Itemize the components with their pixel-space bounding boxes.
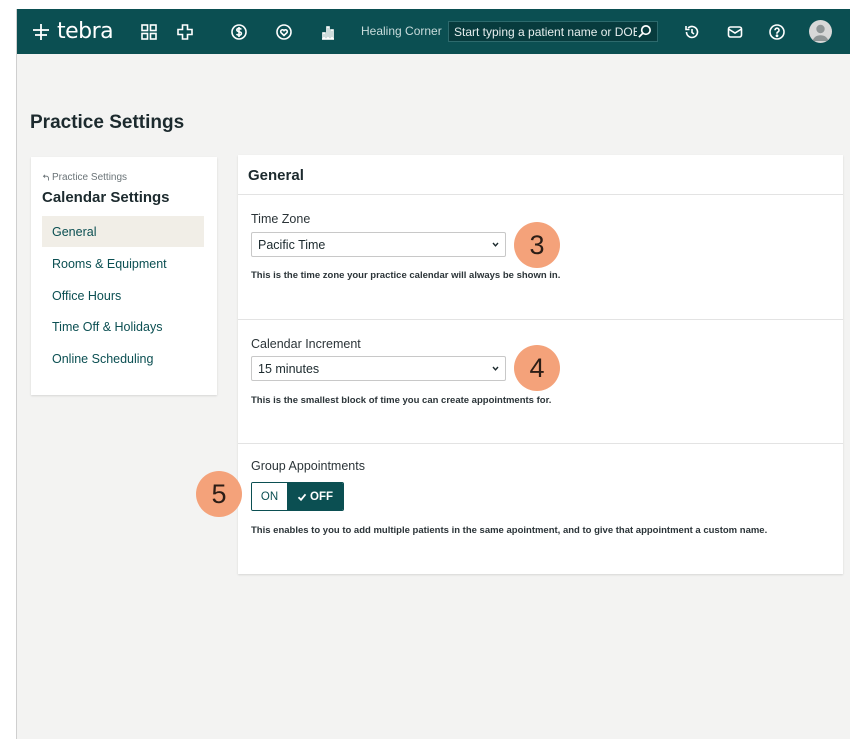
sidebar-title: Calendar Settings <box>42 189 170 206</box>
search-icon[interactable] <box>637 24 652 39</box>
group-appointments-section: Group Appointments ON OFF This enables t… <box>238 444 843 574</box>
patient-search-input[interactable] <box>454 24 637 39</box>
callout-number: 5 <box>211 478 227 509</box>
history-icon[interactable] <box>681 21 703 43</box>
top-nav-bar: tebra Healing Corner <box>17 9 850 54</box>
group-appointments-help-text: This enables to you to add multiple pati… <box>251 525 768 536</box>
chevron-down-icon <box>492 366 499 371</box>
sidebar-item-rooms-equipment[interactable]: Rooms & Equipment <box>42 248 204 279</box>
card-header: General <box>238 155 843 195</box>
heart-icon[interactable] <box>273 21 295 43</box>
sidebar-item-label: Office Hours <box>52 288 122 303</box>
sidebar-item-general[interactable]: General <box>42 216 204 247</box>
bar-chart-icon[interactable] <box>317 21 339 43</box>
toggle-on-option[interactable]: ON <box>252 483 287 510</box>
back-to-practice-settings-link[interactable]: Practice Settings <box>42 172 127 183</box>
patient-search[interactable] <box>448 21 658 42</box>
sidebar-item-time-off-holidays[interactable]: Time Off & Holidays <box>42 311 204 342</box>
page-title: Practice Settings <box>30 112 185 133</box>
time-zone-select[interactable]: Pacific Time <box>251 232 506 257</box>
callout-badge-4: 4 <box>514 345 560 391</box>
help-icon[interactable] <box>766 21 788 43</box>
tebra-logo[interactable]: tebra <box>31 19 114 44</box>
sidebar-item-office-hours[interactable]: Office Hours <box>42 280 204 311</box>
logo-text: tebra <box>57 19 114 44</box>
back-arrow-icon <box>42 173 49 180</box>
dollar-icon[interactable] <box>228 21 250 43</box>
chevron-down-icon <box>492 242 499 247</box>
apps-grid-icon[interactable] <box>138 21 160 43</box>
callout-badge-3: 3 <box>514 222 560 268</box>
back-link-label: Practice Settings <box>52 172 128 183</box>
calendar-increment-value: 15 minutes <box>258 361 320 376</box>
sidebar-item-label: Online Scheduling <box>52 351 154 366</box>
app-frame: tebra Healing Corner Start typing a pati… <box>16 9 850 739</box>
toggle-off-option[interactable]: OFF <box>287 483 343 510</box>
calendar-increment-label: Calendar Increment <box>251 337 361 351</box>
group-appointments-toggle[interactable]: ON OFF <box>251 482 344 511</box>
settings-sidebar: Practice Settings Calendar Settings Gene… <box>31 157 217 395</box>
mail-icon[interactable] <box>724 21 746 43</box>
callout-number: 3 <box>529 229 545 260</box>
time-zone-help-text: This is the time zone your practice cale… <box>251 270 561 281</box>
group-appointments-label: Group Appointments <box>251 459 365 473</box>
callout-number: 4 <box>529 352 545 383</box>
user-avatar[interactable] <box>809 20 832 43</box>
sidebar-item-label: General <box>52 224 97 239</box>
toggle-on-label: ON <box>260 490 279 503</box>
practice-name[interactable]: Healing Corner <box>361 24 442 38</box>
sidebar-item-online-scheduling[interactable]: Online Scheduling <box>42 343 204 374</box>
sidebar-item-label: Rooms & Equipment <box>52 256 167 271</box>
toggle-off-label: OFF <box>310 490 333 503</box>
calendar-increment-help-text: This is the smallest block of time you c… <box>251 395 552 406</box>
callout-badge-5: 5 <box>196 471 242 517</box>
user-silhouette-icon <box>812 24 829 41</box>
medical-cross-icon[interactable] <box>174 21 196 43</box>
tebra-logo-icon <box>33 23 49 40</box>
sidebar-item-label: Time Off & Holidays <box>52 319 163 334</box>
time-zone-label: Time Zone <box>251 212 311 226</box>
time-zone-value: Pacific Time <box>258 237 326 252</box>
checkmark-icon <box>297 493 307 501</box>
calendar-increment-select[interactable]: 15 minutes <box>251 356 506 381</box>
